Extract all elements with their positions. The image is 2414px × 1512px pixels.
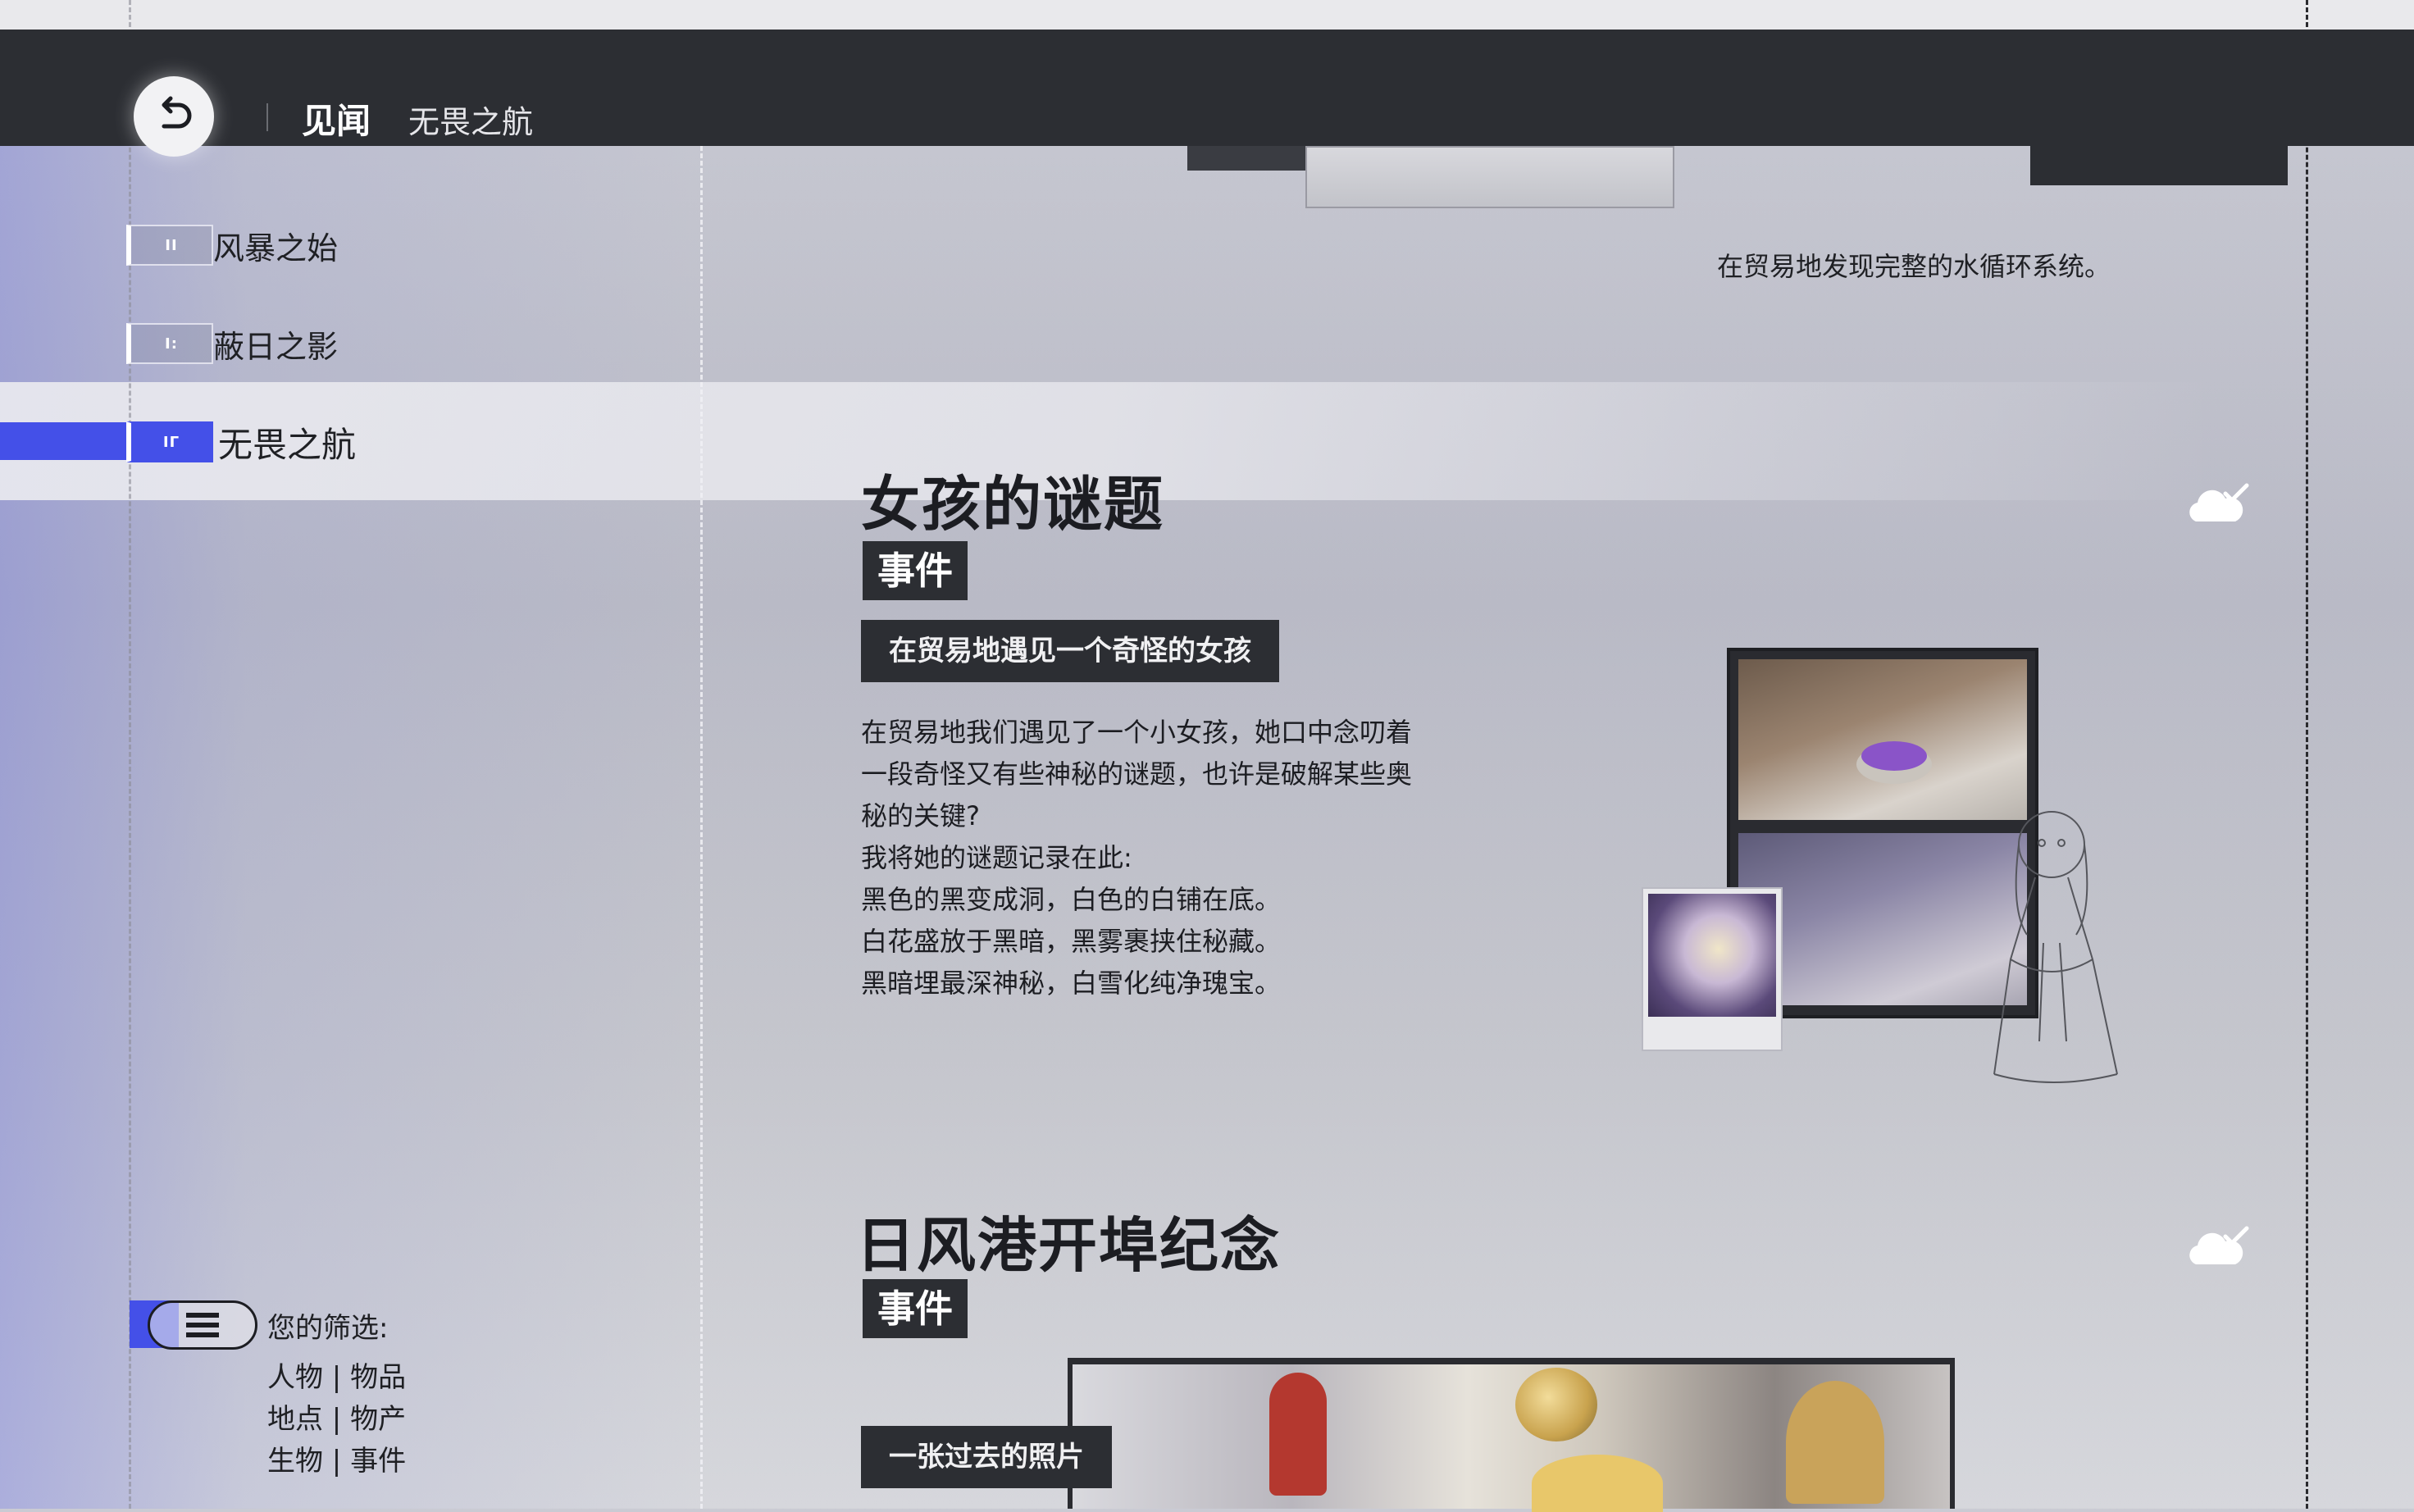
entry-polaroid bbox=[1642, 887, 1783, 1051]
entry-title: 日风港开埠纪念 bbox=[856, 1211, 1282, 1280]
entry-type-tag: 事件 bbox=[863, 541, 968, 600]
entry-body-line: 黑暗埋最深神秘，白雪化纯净瑰宝。 bbox=[861, 968, 1282, 999]
page-subtitle: 无畏之航 bbox=[408, 104, 534, 140]
top-strip bbox=[0, 0, 2414, 30]
entry-banner-image bbox=[1068, 1358, 1955, 1512]
entry-title: 女孩的谜题 bbox=[861, 470, 1165, 539]
chapter-label: 无畏之航 bbox=[218, 424, 357, 465]
top-header: 见闻 无畏之航 bbox=[0, 30, 2414, 157]
entry-subtitle: 一张过去的照片 bbox=[861, 1426, 1112, 1488]
chapter-sidebar bbox=[0, 146, 702, 1509]
previous-entry-tag-fragment bbox=[2030, 146, 2288, 185]
cloud-check-icon bbox=[2189, 483, 2249, 521]
entry-body-line: 我将她的谜题记录在此: bbox=[861, 842, 1132, 873]
middle-divider bbox=[700, 146, 703, 1509]
filter-toggle-button[interactable] bbox=[130, 1300, 257, 1350]
cloud-check-icon bbox=[2189, 1226, 2249, 1264]
right-divider bbox=[2306, 0, 2308, 1509]
filter-pill bbox=[148, 1300, 257, 1350]
chapter-label: 风暴之始 bbox=[213, 230, 339, 266]
chapter-code: Ⅰ: bbox=[126, 323, 213, 364]
filter-row-2: 地点 | 物产 bbox=[267, 1403, 407, 1436]
entry-subtitle: 在贸易地遇见一个奇怪的女孩 bbox=[861, 620, 1279, 682]
back-arrow-icon bbox=[162, 96, 192, 129]
girl-sketch-image bbox=[1993, 811, 2118, 1083]
chapter-code: ⅠⅠ bbox=[126, 225, 213, 266]
filter-label: 您的筛选: bbox=[267, 1312, 389, 1345]
header-separator bbox=[266, 103, 268, 131]
menu-icon bbox=[186, 1313, 219, 1337]
entry-body-line: 一段奇怪又有些神秘的谜题，也许是破解某些奥 bbox=[861, 758, 1413, 790]
entry-body-line: 白花盛放于黑暗，黑雾裹挟住秘藏。 bbox=[861, 926, 1282, 957]
entry-body-line: 在贸易地我们遇见了一个小女孩，她口中念叨着 bbox=[861, 717, 1413, 748]
page-title: 见闻 bbox=[302, 101, 371, 141]
filter-row-3: 生物 | 事件 bbox=[267, 1445, 407, 1478]
filter-row-1: 人物 | 物品 bbox=[267, 1361, 407, 1394]
entry-body-line: 秘的关键? bbox=[861, 800, 980, 831]
chapter-label: 蔽日之影 bbox=[213, 328, 339, 365]
entry-type-tag: 事件 bbox=[863, 1279, 968, 1338]
entry-body-line: 黑色的黑变成洞，白色的白铺在底。 bbox=[861, 884, 1282, 915]
back-button[interactable] bbox=[134, 76, 214, 157]
previous-entry-description: 在贸易地发现完整的水循环系统。 bbox=[1717, 251, 2111, 282]
active-chapter-bar bbox=[0, 422, 126, 460]
entry-image-gallery bbox=[1633, 648, 2158, 1107]
previous-entry-image-fragment bbox=[1305, 146, 1674, 208]
chapter-code: ⅠΓ bbox=[126, 421, 213, 462]
entry-body: 在贸易地我们遇见了一个小女孩，她口中念叨着 一段奇怪又有些神秘的谜题，也许是破解… bbox=[861, 712, 1484, 1004]
